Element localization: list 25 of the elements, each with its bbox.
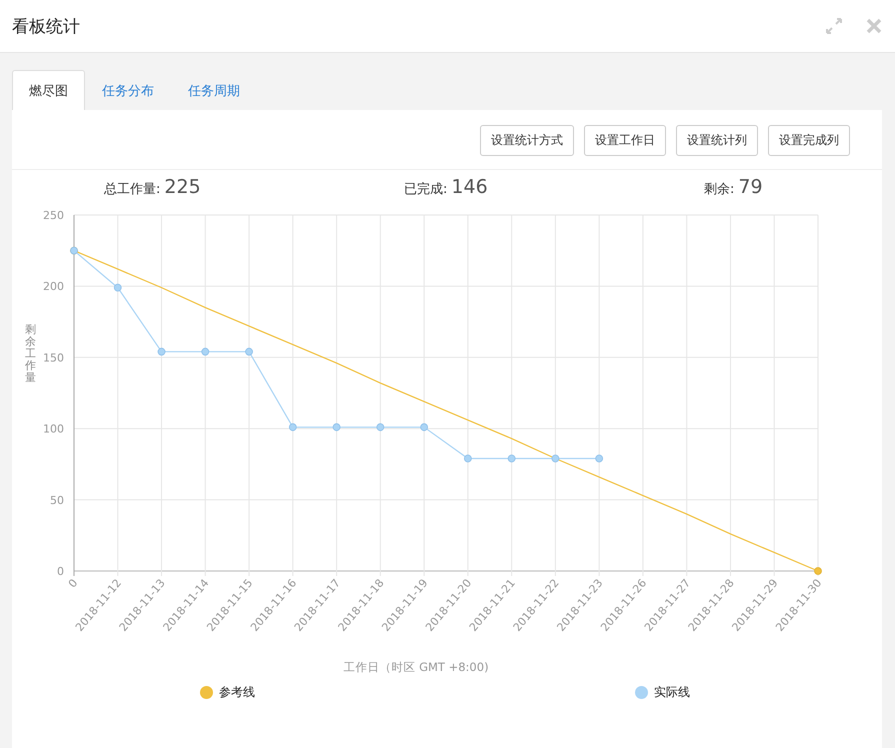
stat-label: 已完成: bbox=[404, 181, 448, 198]
tab[interactable]: 任务周期 bbox=[171, 70, 257, 110]
y-axis-title: 剩余工作量 bbox=[25, 323, 36, 384]
y-tick-label: 0 bbox=[57, 565, 64, 578]
settings-button[interactable]: 设置完成列 bbox=[768, 125, 850, 156]
x-tick-label: 0 bbox=[66, 576, 80, 590]
y-tick-label: 50 bbox=[50, 494, 64, 507]
settings-button[interactable]: 设置统计列 bbox=[676, 125, 758, 156]
settings-button[interactable]: 设置统计方式 bbox=[480, 125, 574, 156]
y-tick-label: 100 bbox=[43, 422, 64, 436]
tab[interactable]: 任务分布 bbox=[85, 70, 171, 110]
stat-label: 总工作量: bbox=[104, 181, 160, 198]
stat-label: 剩余: bbox=[704, 181, 734, 198]
stat-value: 146 bbox=[451, 176, 488, 198]
stat-value: 225 bbox=[164, 176, 201, 198]
stat-value: 79 bbox=[738, 176, 763, 198]
settings-button[interactable]: 设置工作日 bbox=[584, 125, 666, 156]
legend-label: 参考线 bbox=[219, 684, 255, 701]
window-title: 看板统计 bbox=[12, 16, 81, 38]
y-tick-label: 200 bbox=[43, 280, 64, 294]
y-tick-label: 150 bbox=[43, 351, 64, 364]
tab[interactable]: 燃尽图 bbox=[12, 70, 85, 110]
x-axis-title: 工作日（时区 GMT +8:00) bbox=[343, 660, 489, 674]
y-tick-label: 250 bbox=[43, 209, 64, 222]
legend-label: 实际线 bbox=[654, 684, 690, 701]
